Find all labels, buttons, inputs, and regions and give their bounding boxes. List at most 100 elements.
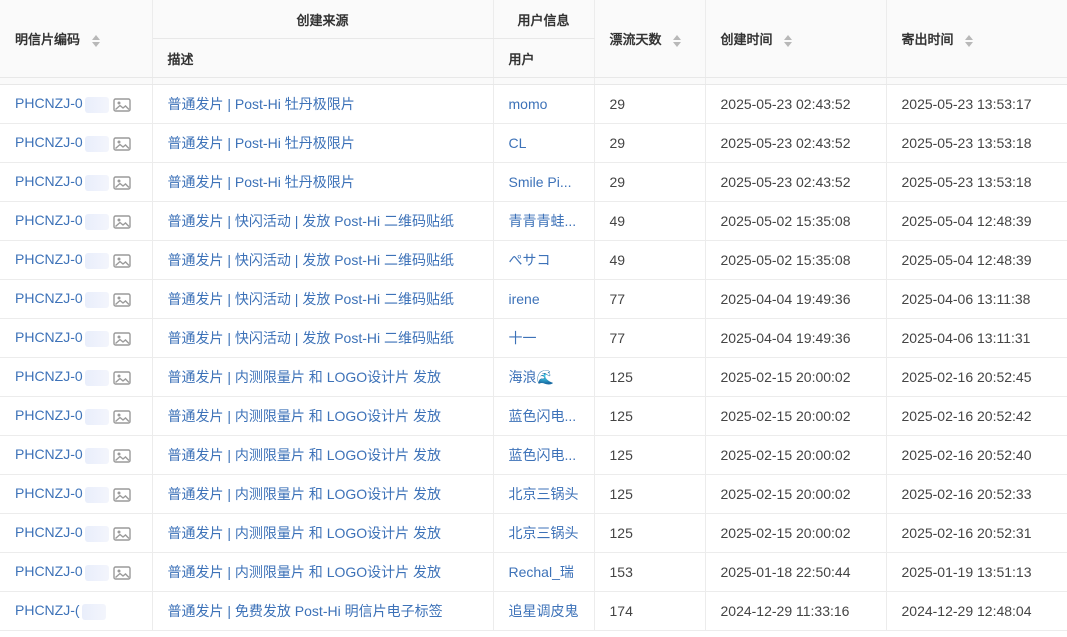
image-icon[interactable] bbox=[112, 136, 131, 151]
table-row[interactable]: PHCNZJ-0 普通发片 | 内测限量片 和 LOGO设计片 发放 蓝色闪电...… bbox=[0, 435, 1067, 475]
image-icon[interactable] bbox=[112, 331, 131, 346]
postcard-code-link[interactable]: PHCNZJ-0 bbox=[15, 524, 83, 540]
image-icon[interactable] bbox=[112, 370, 131, 385]
column-group-source: 创建来源 bbox=[152, 0, 494, 39]
description-link[interactable]: 普通发片 | 快闪活动 | 发放 Post-Hi 二维码贴纸 bbox=[152, 318, 494, 358]
image-icon[interactable] bbox=[112, 253, 131, 268]
table-row[interactable]: PHCNZJ-0 普通发片 | Post-Hi 牡丹极限片 CL 29 2025-05-… bbox=[0, 123, 1067, 163]
user-link[interactable]: 北京三锅头 bbox=[493, 474, 595, 514]
redacted-code-blur bbox=[84, 408, 109, 425]
sort-icon[interactable] bbox=[91, 34, 100, 47]
description-link[interactable]: 普通发片 | Post-Hi 牡丹极限片 bbox=[152, 84, 494, 124]
description-link[interactable]: 普通发片 | Post-Hi 牡丹极限片 bbox=[152, 123, 494, 163]
user-link[interactable]: 青青青蛙... bbox=[493, 201, 595, 241]
postcard-code-link[interactable]: PHCNZJ-0 bbox=[15, 485, 83, 501]
postcard-code-link[interactable]: PHCNZJ-0 bbox=[15, 446, 83, 462]
days-value: 125 bbox=[594, 396, 706, 436]
created-time: 2024-12-29 11:33:16 bbox=[705, 591, 887, 631]
description-link[interactable]: 普通发片 | 免费发放 Post-Hi 明信片电子标签 bbox=[152, 591, 494, 631]
user-link[interactable]: 十一 bbox=[493, 318, 595, 358]
image-icon[interactable] bbox=[112, 292, 131, 307]
postcard-code-link[interactable]: PHCNZJ-0 bbox=[15, 251, 83, 267]
postcard-code-link[interactable]: PHCNZJ-0 bbox=[15, 407, 83, 423]
image-icon[interactable] bbox=[112, 409, 131, 424]
image-icon[interactable] bbox=[112, 487, 131, 502]
description-link[interactable]: 普通发片 | 内测限量片 和 LOGO设计片 发放 bbox=[152, 552, 494, 592]
postcard-code-cell[interactable]: PHCNZJ-0 bbox=[0, 513, 153, 553]
user-link[interactable]: Rechal_瑞 bbox=[493, 552, 595, 592]
redacted-code-blur bbox=[84, 486, 109, 503]
column-header-created[interactable]: 创建时间 bbox=[705, 0, 887, 78]
description-link[interactable]: 普通发片 | 快闪活动 | 发放 Post-Hi 二维码贴纸 bbox=[152, 201, 494, 241]
column-header-code[interactable]: 明信片编码 bbox=[0, 0, 153, 78]
user-link[interactable]: 北京三锅头 bbox=[493, 513, 595, 553]
postcard-code-cell[interactable]: PHCNZJ-( bbox=[0, 591, 153, 631]
table-row[interactable]: PHCNZJ-0 普通发片 | 快闪活动 | 发放 Post-Hi 二维码贴纸 ir… bbox=[0, 279, 1067, 319]
user-link[interactable]: 蓝色闪电... bbox=[493, 435, 595, 475]
days-value: 125 bbox=[594, 474, 706, 514]
column-header-days[interactable]: 漂流天数 bbox=[594, 0, 706, 78]
postcard-code-cell[interactable]: PHCNZJ-0 bbox=[0, 474, 153, 514]
postcard-code-link[interactable]: PHCNZJ-0 bbox=[15, 95, 83, 111]
user-link[interactable]: 追星调皮鬼 bbox=[493, 591, 595, 631]
user-link[interactable]: CL bbox=[493, 123, 595, 163]
table-row[interactable]: PHCNZJ-0 普通发片 | 内测限量片 和 LOGO设计片 发放 北京三锅头 12… bbox=[0, 513, 1067, 553]
image-icon[interactable] bbox=[112, 448, 131, 463]
table-row[interactable]: PHCNZJ-0 普通发片 | 内测限量片 和 LOGO设计片 发放 北京三锅头 12… bbox=[0, 474, 1067, 514]
description-link[interactable]: 普通发片 | 内测限量片 和 LOGO设计片 发放 bbox=[152, 396, 494, 436]
table-row[interactable]: PHCNZJ-0 普通发片 | 内测限量片 和 LOGO设计片 发放 蓝色闪电...… bbox=[0, 396, 1067, 436]
description-link[interactable]: 普通发片 | 快闪活动 | 发放 Post-Hi 二维码贴纸 bbox=[152, 279, 494, 319]
sent-time: 2025-05-04 12:48:39 bbox=[886, 240, 1067, 280]
postcard-code-link[interactable]: PHCNZJ-0 bbox=[15, 212, 83, 228]
created-time: 2025-02-15 20:00:02 bbox=[705, 474, 887, 514]
postcard-code-cell[interactable]: PHCNZJ-0 bbox=[0, 435, 153, 475]
user-link[interactable]: Smile Pi... bbox=[493, 162, 595, 202]
user-link[interactable]: 海浪🌊 bbox=[493, 357, 595, 397]
description-link[interactable]: 普通发片 | Post-Hi 牡丹极限片 bbox=[152, 162, 494, 202]
postcard-code-cell[interactable]: PHCNZJ-0 bbox=[0, 201, 153, 241]
image-icon[interactable] bbox=[112, 526, 131, 541]
description-link[interactable]: 普通发片 | 快闪活动 | 发放 Post-Hi 二维码贴纸 bbox=[152, 240, 494, 280]
postcard-code-cell[interactable]: PHCNZJ-0 bbox=[0, 552, 153, 592]
description-link[interactable]: 普通发片 | 内测限量片 和 LOGO设计片 发放 bbox=[152, 357, 494, 397]
user-link[interactable]: irene bbox=[493, 279, 595, 319]
table-row[interactable]: PHCNZJ-0 普通发片 | 快闪活动 | 发放 Post-Hi 二维码贴纸 青青… bbox=[0, 201, 1067, 241]
image-icon[interactable] bbox=[112, 175, 131, 190]
postcard-code-cell[interactable]: PHCNZJ-0 bbox=[0, 84, 153, 124]
sort-icon[interactable] bbox=[784, 34, 793, 47]
column-header-sent[interactable]: 寄出时间 bbox=[886, 0, 1067, 78]
postcard-code-link[interactable]: PHCNZJ-0 bbox=[15, 329, 83, 345]
postcard-code-link[interactable]: PHCNZJ-0 bbox=[15, 134, 83, 150]
postcard-code-cell[interactable]: PHCNZJ-0 bbox=[0, 318, 153, 358]
image-icon[interactable] bbox=[112, 97, 131, 112]
description-link[interactable]: 普通发片 | 内测限量片 和 LOGO设计片 发放 bbox=[152, 513, 494, 553]
user-link[interactable]: momo bbox=[493, 84, 595, 124]
postcard-code-cell[interactable]: PHCNZJ-0 bbox=[0, 279, 153, 319]
table-row[interactable]: PHCNZJ-0 普通发片 | 内测限量片 和 LOGO设计片 发放 Rechal_… bbox=[0, 552, 1067, 592]
table-row[interactable]: PHCNZJ-( 普通发片 | 免费发放 Post-Hi 明信片电子标签 追星调皮鬼… bbox=[0, 591, 1067, 631]
table-row[interactable]: PHCNZJ-0 普通发片 | Post-Hi 牡丹极限片 Smile Pi... 2… bbox=[0, 162, 1067, 202]
postcard-code-cell[interactable]: PHCNZJ-0 bbox=[0, 396, 153, 436]
image-icon[interactable] bbox=[112, 214, 131, 229]
table-row[interactable]: PHCNZJ-0 普通发片 | 内测限量片 和 LOGO设计片 发放 海浪🌊 125 2… bbox=[0, 357, 1067, 397]
table-row[interactable]: PHCNZJ-0 普通发片 | 快闪活动 | 发放 Post-Hi 二维码贴纸 十一… bbox=[0, 318, 1067, 358]
postcard-code-link[interactable]: PHCNZJ-0 bbox=[15, 173, 83, 189]
postcard-code-link[interactable]: PHCNZJ-0 bbox=[15, 563, 83, 579]
table-row[interactable]: PHCNZJ-0 普通发片 | Post-Hi 牡丹极限片 momo 29 2025-0… bbox=[0, 84, 1067, 124]
user-link[interactable]: ぺサコ bbox=[493, 240, 595, 280]
postcard-code-link[interactable]: PHCNZJ-0 bbox=[15, 290, 83, 306]
postcard-code-cell[interactable]: PHCNZJ-0 bbox=[0, 240, 153, 280]
postcard-code-link[interactable]: PHCNZJ-( bbox=[15, 602, 80, 618]
postcard-code-cell[interactable]: PHCNZJ-0 bbox=[0, 123, 153, 163]
table-row[interactable]: PHCNZJ-0 普通发片 | 快闪活动 | 发放 Post-Hi 二维码贴纸 ぺサ… bbox=[0, 240, 1067, 280]
sort-icon[interactable] bbox=[673, 34, 682, 47]
description-link[interactable]: 普通发片 | 内测限量片 和 LOGO设计片 发放 bbox=[152, 474, 494, 514]
user-link[interactable]: 蓝色闪电... bbox=[493, 396, 595, 436]
description-link[interactable]: 普通发片 | 内测限量片 和 LOGO设计片 发放 bbox=[152, 435, 494, 475]
days-value: 125 bbox=[594, 357, 706, 397]
sort-icon[interactable] bbox=[965, 34, 974, 47]
image-icon[interactable] bbox=[112, 565, 131, 580]
postcard-code-link[interactable]: PHCNZJ-0 bbox=[15, 368, 83, 384]
postcard-code-cell[interactable]: PHCNZJ-0 bbox=[0, 162, 153, 202]
postcard-code-cell[interactable]: PHCNZJ-0 bbox=[0, 357, 153, 397]
